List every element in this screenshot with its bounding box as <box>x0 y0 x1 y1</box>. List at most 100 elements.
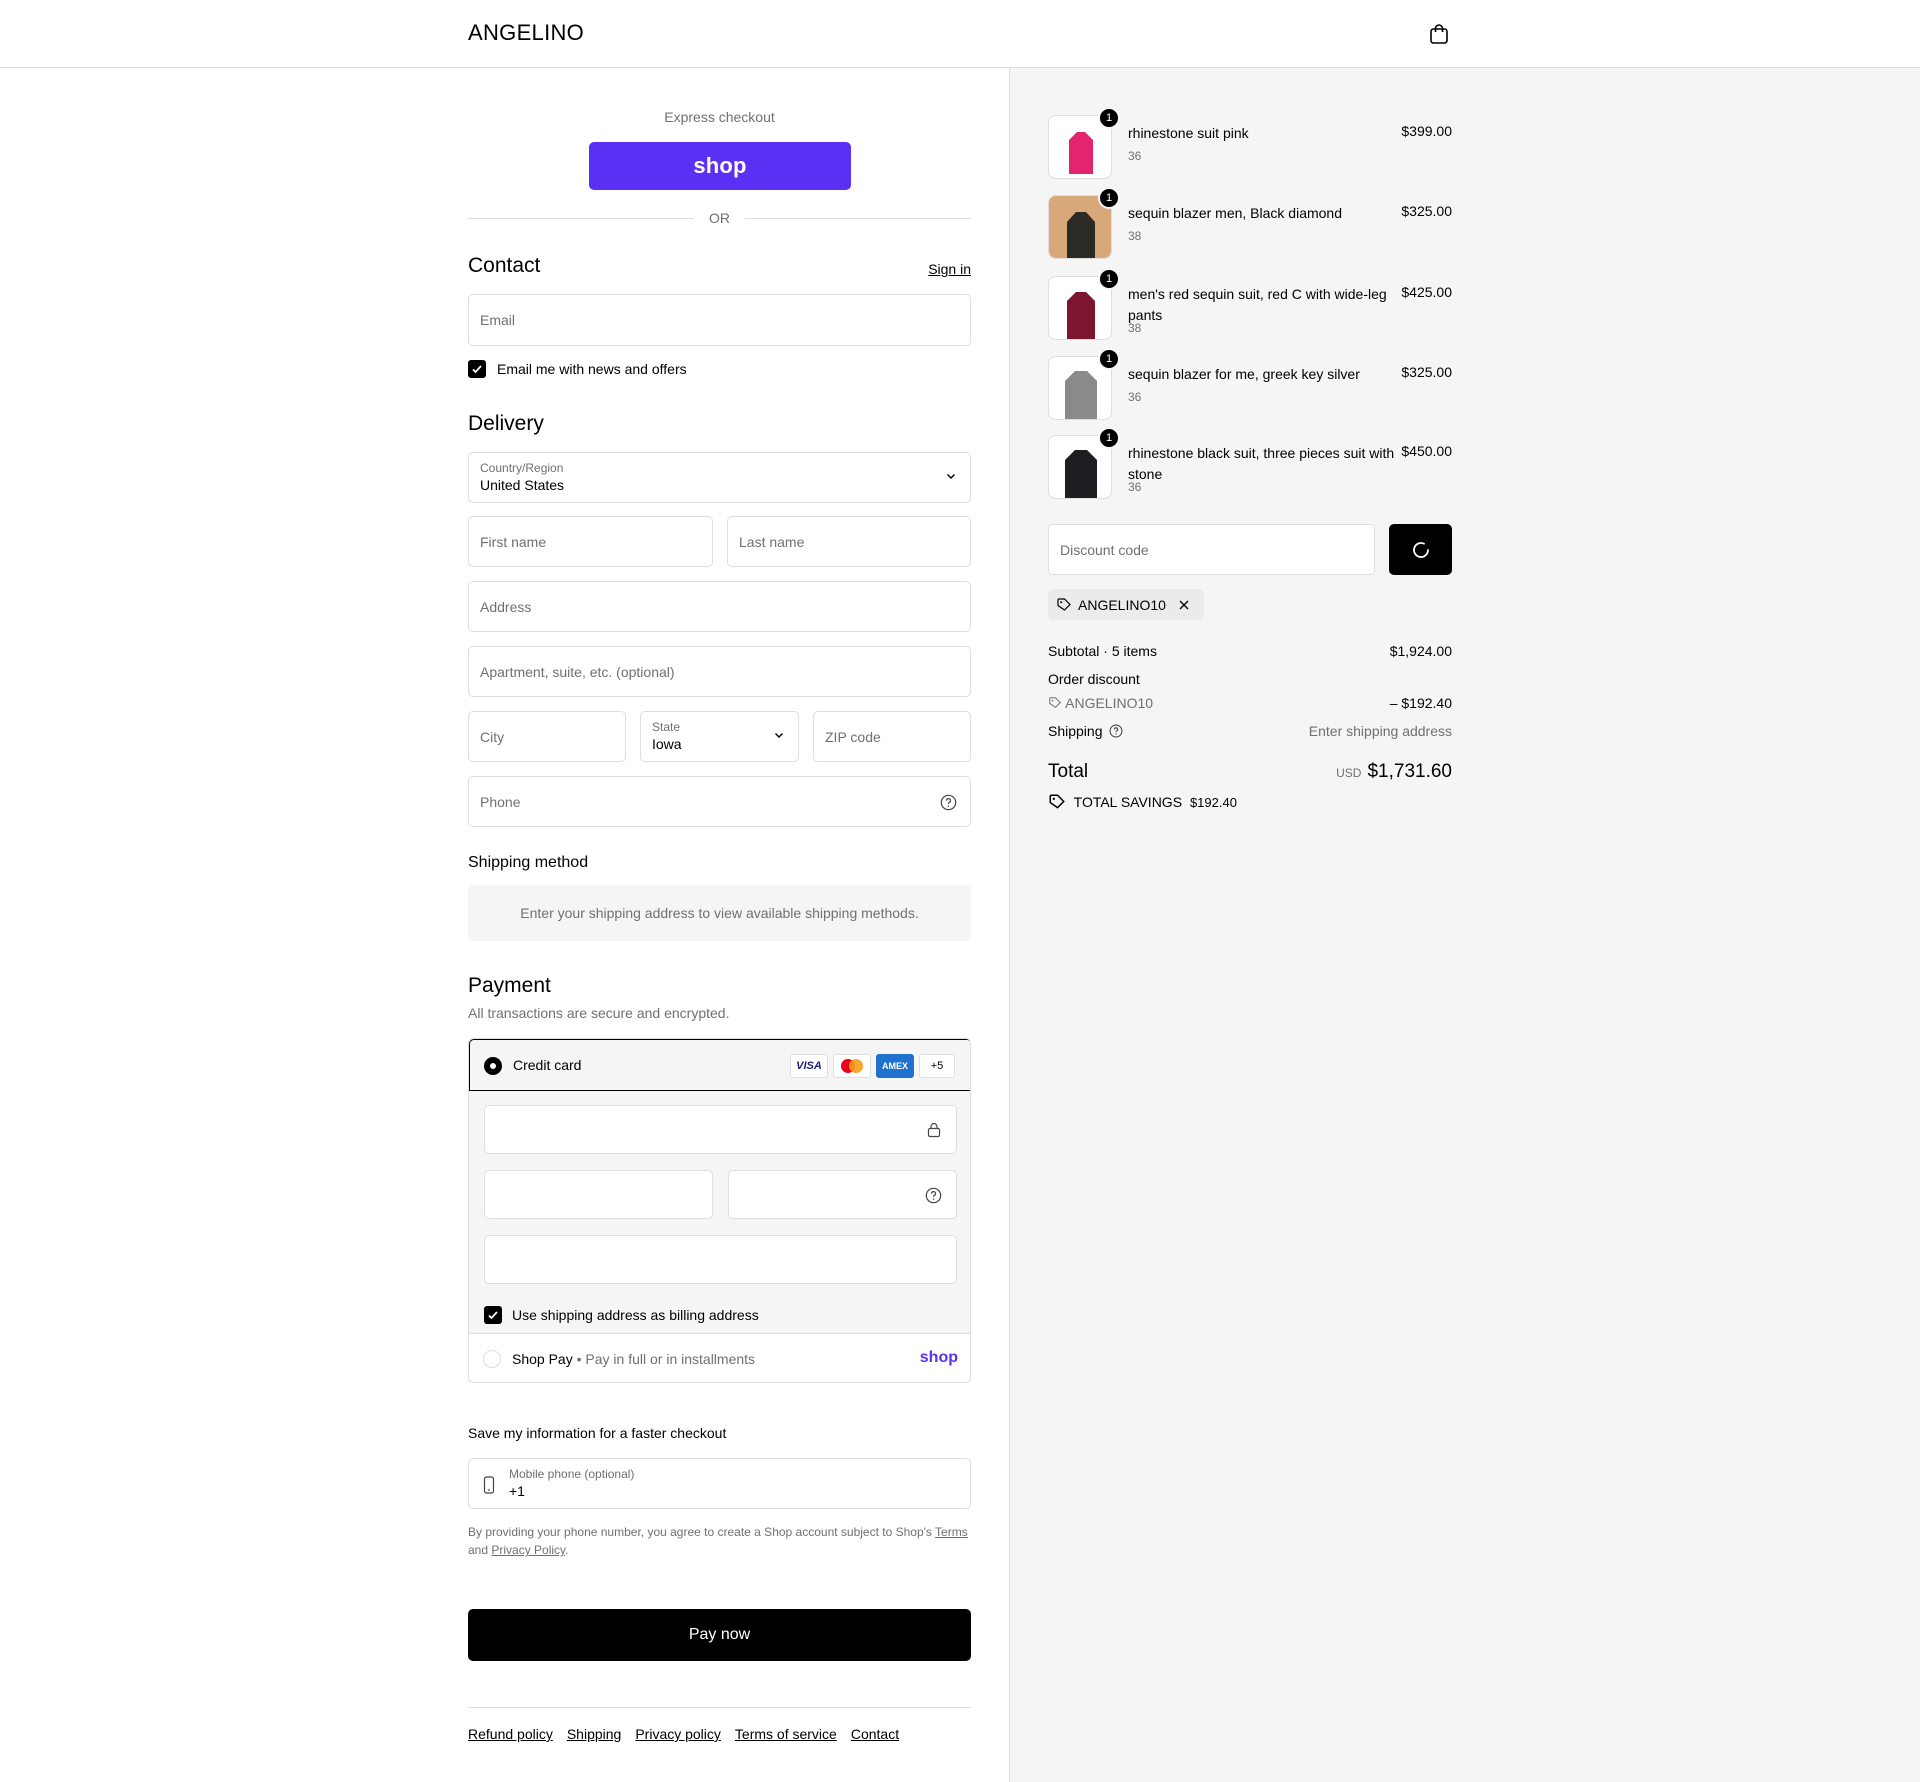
city-field[interactable]: City <box>468 711 626 762</box>
item-swatch <box>1067 212 1095 258</box>
country-select[interactable]: Country/Region United States <box>468 452 971 503</box>
tag-icon <box>1049 794 1065 809</box>
credit-card-label: Credit card <box>513 1057 582 1073</box>
privacy-policy-link[interactable]: Privacy Policy <box>491 1543 565 1557</box>
discount-value: – $192.40 <box>1389 695 1452 711</box>
lock-icon <box>927 1122 941 1138</box>
item-swatch <box>1065 450 1097 498</box>
state-label: State <box>652 720 681 734</box>
terms-link[interactable]: Terms <box>935 1525 968 1539</box>
item-name: sequin blazer men, Black diamond <box>1128 205 1343 221</box>
line-item: 1 men's red sequin suit, red C with wide… <box>1048 268 1452 342</box>
chevron-down-icon <box>947 473 955 479</box>
item-size: 36 <box>1128 149 1142 163</box>
shipping-label: Shipping <box>1048 723 1103 739</box>
subtotal-label: Subtotal · 5 items <box>1048 643 1157 659</box>
privacy-policy-footer-link[interactable]: Privacy policy <box>635 1726 721 1742</box>
subtotal-row: Subtotal · 5 items $1,924.00 <box>1048 643 1452 659</box>
card-number-field[interactable] <box>484 1105 957 1154</box>
shipping-policy-link[interactable]: Shipping <box>567 1726 622 1742</box>
tag-icon <box>1057 597 1071 611</box>
last-name-field[interactable]: Last name <box>727 516 971 567</box>
brand-logo[interactable]: ANGELINO <box>468 20 584 46</box>
contact-link[interactable]: Contact <box>851 1726 899 1742</box>
line-item: 1 rhinestone black suit, three pieces su… <box>1048 427 1452 501</box>
shipping-method-info: Enter your shipping address to view avai… <box>468 885 971 941</box>
applied-discount-code: ANGELINO10 <box>1078 596 1166 613</box>
quantity-badge: 1 <box>1098 187 1120 209</box>
shop-pay-subtitle: Pay in full or in installments <box>585 1351 756 1367</box>
last-name-placeholder: Last name <box>739 533 805 550</box>
item-name: rhinestone black suit, three pieces suit… <box>1128 445 1395 482</box>
item-price: $325.00 <box>1401 364 1452 380</box>
country-label: Country/Region <box>480 461 564 475</box>
item-size: 38 <box>1128 321 1142 335</box>
line-item: 1 sequin blazer for me, greek key silver… <box>1048 348 1452 422</box>
line-item: 1 rhinestone suit pink 36 $399.00 <box>1048 107 1452 181</box>
item-price: $425.00 <box>1401 284 1452 300</box>
first-name-field[interactable]: First name <box>468 516 713 567</box>
loading-spinner-icon <box>1413 542 1429 558</box>
save-info-heading: Save my information for a faster checkou… <box>468 1425 727 1441</box>
item-size: 36 <box>1128 480 1142 494</box>
shipping-row: Shipping Enter shipping address <box>1048 723 1452 739</box>
name-on-card-field[interactable] <box>484 1235 957 1284</box>
discount-code-placeholder: Discount code <box>1060 541 1149 558</box>
mobile-phone-icon <box>483 1476 495 1494</box>
help-icon[interactable] <box>940 794 957 811</box>
currency-code: USD <box>1336 766 1362 780</box>
express-checkout-label: Express checkout <box>664 109 775 125</box>
shop-pay-radio[interactable] <box>483 1350 501 1368</box>
help-icon[interactable] <box>925 1187 942 1204</box>
address-field[interactable]: Address <box>468 581 971 632</box>
newsletter-checkbox[interactable] <box>468 360 486 378</box>
mastercard-icon <box>833 1054 871 1078</box>
quantity-badge: 1 <box>1098 268 1120 290</box>
mobile-phone-field[interactable]: Mobile phone (optional) +1 <box>468 1458 971 1509</box>
quantity-badge: 1 <box>1098 348 1120 370</box>
total-savings-value: $192.40 <box>1189 795 1237 810</box>
shopping-bag-icon[interactable] <box>1427 22 1451 46</box>
payment-subtitle: All transactions are secure and encrypte… <box>468 1005 730 1021</box>
sign-in-link[interactable]: Sign in <box>928 261 971 277</box>
apartment-field[interactable]: Apartment, suite, etc. (optional) <box>468 646 971 697</box>
item-name: sequin blazer for me, greek key silver <box>1128 366 1360 382</box>
apply-discount-button[interactable] <box>1389 524 1452 575</box>
total-value: $1,731.60 <box>1367 761 1452 782</box>
state-value: Iowa <box>652 736 682 752</box>
total-row: Total USD $1,731.60 <box>1048 761 1452 789</box>
email-placeholder: Email <box>480 312 516 328</box>
close-icon[interactable] <box>1178 599 1190 611</box>
state-select[interactable]: State Iowa <box>640 711 799 762</box>
quantity-badge: 1 <box>1098 427 1120 449</box>
terms-of-service-link[interactable]: Terms of service <box>735 1726 837 1742</box>
pay-now-button[interactable]: Pay now <box>468 1609 971 1661</box>
refund-policy-link[interactable]: Refund policy <box>468 1726 553 1742</box>
credit-card-radio[interactable] <box>484 1057 502 1075</box>
or-divider: OR <box>468 208 971 228</box>
or-text: OR <box>709 210 730 226</box>
payment-heading: Payment <box>468 974 551 997</box>
shop-pay-label: Shop Pay <box>512 1351 573 1367</box>
visa-icon: VISA <box>790 1054 828 1078</box>
check-icon <box>488 1311 498 1320</box>
total-savings-row: TOTAL SAVINGS $192.40 <box>1048 793 1452 811</box>
shipping-value: Enter shipping address <box>1308 723 1452 739</box>
discount-detail-row: ANGELINO10 – $192.40 <box>1048 695 1452 711</box>
help-icon[interactable] <box>1109 724 1123 738</box>
shop-pay-option[interactable]: Shop Pay • Pay in full or in installment… <box>469 1333 970 1382</box>
phone-field[interactable]: Phone <box>468 776 971 827</box>
zip-field[interactable]: ZIP code <box>813 711 971 762</box>
item-swatch <box>1067 292 1095 339</box>
shop-legal-text: By providing your phone number, you agre… <box>468 1525 968 1557</box>
expiration-date-field[interactable] <box>484 1170 713 1219</box>
shop-pay-express-button[interactable]: shop <box>589 142 851 190</box>
shipping-method-heading: Shipping method <box>468 854 589 871</box>
security-code-field[interactable] <box>728 1170 957 1219</box>
applied-discount-tag: ANGELINO10 <box>1048 589 1204 620</box>
email-field[interactable]: Email <box>468 294 971 346</box>
credit-card-option[interactable]: Credit card VISA AMEX +5 <box>469 1039 970 1091</box>
billing-address-checkbox[interactable] <box>484 1306 502 1324</box>
discount-code-field[interactable]: Discount code <box>1048 524 1375 575</box>
first-name-placeholder: First name <box>480 533 547 550</box>
